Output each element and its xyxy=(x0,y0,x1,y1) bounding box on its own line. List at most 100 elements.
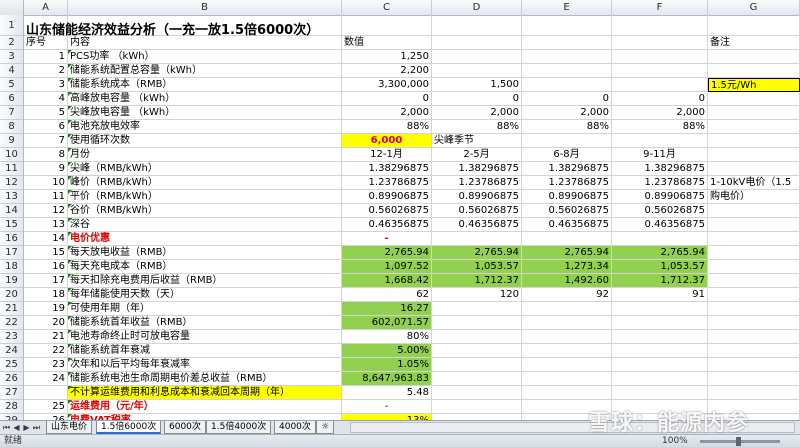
cell-c[interactable]: 1,250 xyxy=(342,50,432,64)
cell-e[interactable]: 88% xyxy=(522,120,612,134)
row-header[interactable]: 23 xyxy=(0,330,23,344)
cell-d[interactable] xyxy=(432,316,522,330)
cell-a[interactable]: 4 xyxy=(24,92,68,106)
cell-e[interactable]: 2,765.94 xyxy=(522,246,612,260)
cell-c[interactable]: 5.48 xyxy=(342,386,432,400)
row-header[interactable]: 28 xyxy=(0,400,23,414)
cell-grid[interactable]: 山东储能经济效益分析（一充一放1.5倍6000次） 序号 内容 数值 备注 1 PCS功率 … xyxy=(24,15,800,420)
cell-e[interactable] xyxy=(522,302,612,316)
cell-a[interactable]: 2 xyxy=(24,64,68,78)
cell-f[interactable]: 0 xyxy=(612,92,708,106)
cell-g[interactable] xyxy=(708,302,800,316)
cell-b[interactable]: PCS功率 （kWh） xyxy=(68,50,342,64)
cell-c[interactable]: 6,000 xyxy=(342,134,432,148)
cell-a[interactable]: 17 xyxy=(24,274,68,288)
cell-c[interactable]: 8,647,963.83 xyxy=(342,372,432,386)
cell-c[interactable]: 0.89906875 xyxy=(342,190,432,204)
cell-g[interactable] xyxy=(708,120,800,134)
cell-f[interactable] xyxy=(612,302,708,316)
cell-g[interactable] xyxy=(708,218,800,232)
cell-c[interactable]: 12-1月 xyxy=(342,148,432,162)
cell-f[interactable]: 1,712.37 xyxy=(612,274,708,288)
cell-a[interactable]: 16 xyxy=(24,260,68,274)
cell-d[interactable] xyxy=(432,344,522,358)
cell-d[interactable]: 0.46356875 xyxy=(432,218,522,232)
cell-d[interactable]: 1,712.37 xyxy=(432,274,522,288)
row-header[interactable]: 18 xyxy=(0,260,23,274)
cell-a[interactable]: 3 xyxy=(24,78,68,92)
row-header[interactable]: 1 xyxy=(0,15,23,36)
cell-d[interactable] xyxy=(432,64,522,78)
cell-c[interactable]: 602,071.57 xyxy=(342,316,432,330)
prev-sheet-icon[interactable]: ◀ xyxy=(12,422,21,433)
tab-6000[interactable]: 6000次 xyxy=(164,421,206,434)
cell-b[interactable]: 储能系统首年收益（RMB） xyxy=(68,316,342,330)
cell-d[interactable] xyxy=(432,330,522,344)
cell-b[interactable]: 储能系统配置总容量（kWh） xyxy=(68,64,342,78)
cell-c[interactable]: 数值 xyxy=(342,36,432,50)
cell-b[interactable]: 电池充放电效率 xyxy=(68,120,342,134)
cell-b[interactable]: 使用循环次数 xyxy=(68,134,342,148)
cell-c[interactable]: 1.38296875 xyxy=(342,162,432,176)
cell-e[interactable]: 0.46356875 xyxy=(522,218,612,232)
cell-d[interactable]: 0 xyxy=(432,92,522,106)
cell-a[interactable]: 8 xyxy=(24,148,68,162)
cell-b[interactable]: 每年储能使用天数（天） xyxy=(68,288,342,302)
cell-f[interactable] xyxy=(612,232,708,246)
cell-d[interactable] xyxy=(432,232,522,246)
cell-c[interactable] xyxy=(342,15,432,36)
cell-e[interactable] xyxy=(522,344,612,358)
cell-b[interactable]: 电池寿命终止时可放电容量 xyxy=(68,330,342,344)
cell-g[interactable]: 1-10kV电价（1.5 xyxy=(708,176,800,190)
cell-f[interactable]: 2,000 xyxy=(612,106,708,120)
cell-d[interactable]: 1,500 xyxy=(432,78,522,92)
cell-f[interactable] xyxy=(612,372,708,386)
cell-c[interactable]: 16.27 xyxy=(342,302,432,316)
cell-f[interactable]: 1.23786875 xyxy=(612,176,708,190)
cell-f[interactable] xyxy=(612,330,708,344)
cell-e[interactable]: 0 xyxy=(522,92,612,106)
cell-c[interactable]: 2,765.94 xyxy=(342,246,432,260)
cell-a[interactable]: 25 xyxy=(24,400,68,414)
cell-f[interactable]: 9-11月 xyxy=(612,148,708,162)
cell-a[interactable]: 11 xyxy=(24,190,68,204)
cell-g[interactable] xyxy=(708,260,800,274)
cell-e[interactable]: 0.89906875 xyxy=(522,190,612,204)
row-header[interactable]: 5 xyxy=(0,78,23,92)
cell-b[interactable]: 不计算运维费用和利息成本和衰减回本周期（年） xyxy=(68,386,342,400)
cell-d[interactable]: 2,000 xyxy=(432,106,522,120)
cell-d[interactable] xyxy=(432,15,522,36)
cell-b[interactable]: 尖峰放电容量 （kWh） xyxy=(68,106,342,120)
zoom-level[interactable]: 100% xyxy=(662,435,688,447)
cell-b[interactable]: 峰价（RMB/kWh） xyxy=(68,176,342,190)
column-header-b[interactable]: B xyxy=(68,0,342,15)
cell-e[interactable]: 2,000 xyxy=(522,106,612,120)
cell-f[interactable] xyxy=(612,50,708,64)
cell-g[interactable] xyxy=(708,92,800,106)
insert-sheet-icon[interactable]: ☼ xyxy=(316,421,334,434)
cell-a[interactable]: 14 xyxy=(24,232,68,246)
column-header-a[interactable]: A xyxy=(24,0,68,15)
row-header[interactable]: 26 xyxy=(0,372,23,386)
cell-d[interactable] xyxy=(432,386,522,400)
row-header[interactable]: 4 xyxy=(0,64,23,78)
row-header[interactable]: 2 xyxy=(0,36,23,50)
cell-e[interactable] xyxy=(522,330,612,344)
row-header[interactable]: 7 xyxy=(0,106,23,120)
cell-e[interactable] xyxy=(522,36,612,50)
cell-b[interactable]: 储能系统电池生命周期电价差总收益（RMB） xyxy=(68,372,342,386)
zoom-slider-handle[interactable] xyxy=(736,437,741,446)
cell-b[interactable]: 每天扣除充电费用后收益（RMB） xyxy=(68,274,342,288)
row-header[interactable]: 19 xyxy=(0,274,23,288)
cell-b[interactable]: 高峰放电容量 （kWh） xyxy=(68,92,342,106)
row-header[interactable]: 11 xyxy=(0,162,23,176)
cell-f[interactable]: 1.38296875 xyxy=(612,162,708,176)
row-header[interactable]: 13 xyxy=(0,190,23,204)
cell-a[interactable]: 序号 xyxy=(24,36,68,50)
cell-a[interactable]: 18 xyxy=(24,288,68,302)
cell-f[interactable] xyxy=(612,386,708,400)
cell-c[interactable]: 5.00% xyxy=(342,344,432,358)
cell-a[interactable] xyxy=(24,386,68,400)
cell-c[interactable]: 0 xyxy=(342,92,432,106)
row-header[interactable]: 8 xyxy=(0,120,23,134)
